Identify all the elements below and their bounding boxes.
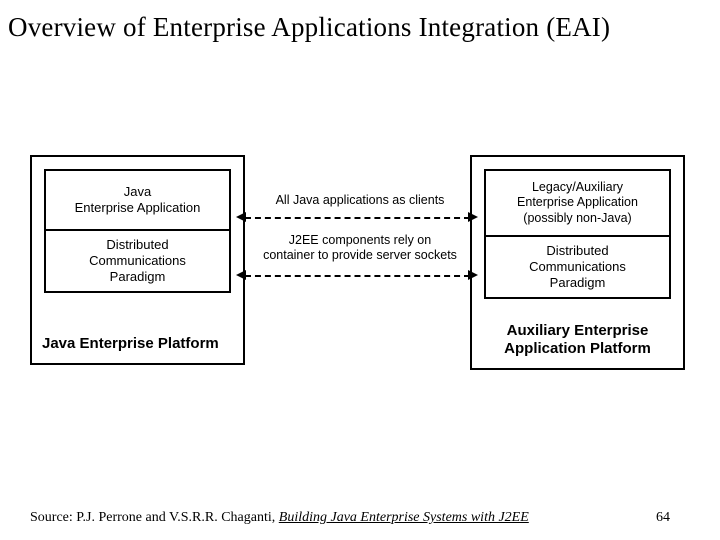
footer: Source: P.J. Perrone and V.S.R.R. Chagan… <box>30 510 690 526</box>
connection-label-bottom: J2EE components rely oncontainer to prov… <box>250 233 470 263</box>
left-platform-label: Java Enterprise Platform <box>42 335 233 353</box>
arrow-head-icon <box>236 270 246 280</box>
book-title: Building Java Enterprise Systems with J2… <box>279 510 529 525</box>
left-comm-box: DistributedCommunicationsParadigm <box>44 231 231 293</box>
right-platform-label: Auxiliary EnterpriseApplication Platform <box>482 322 673 358</box>
source-citation: Source: P.J. Perrone and V.S.R.R. Chagan… <box>30 510 529 526</box>
legacy-app-box: Legacy/AuxiliaryEnterprise Application(p… <box>484 169 671 237</box>
page-title: Overview of Enterprise Applications Inte… <box>0 0 720 43</box>
right-comm-box: DistributedCommunicationsParadigm <box>484 237 671 299</box>
auxiliary-enterprise-platform: Legacy/AuxiliaryEnterprise Application(p… <box>470 155 685 370</box>
arrow-head-icon <box>468 270 478 280</box>
connection-arrow-bottom <box>245 275 470 277</box>
source-prefix: Source: P.J. Perrone and V.S.R.R. Chagan… <box>30 510 279 525</box>
arrow-head-icon <box>236 212 246 222</box>
page-number: 64 <box>656 510 690 526</box>
eai-diagram: JavaEnterprise Application DistributedCo… <box>30 155 690 375</box>
connection-label-top: All Java applications as clients <box>250 193 470 208</box>
java-enterprise-platform: JavaEnterprise Application DistributedCo… <box>30 155 245 365</box>
connection-arrow-top <box>245 217 470 219</box>
arrow-head-icon <box>468 212 478 222</box>
java-app-box: JavaEnterprise Application <box>44 169 231 231</box>
